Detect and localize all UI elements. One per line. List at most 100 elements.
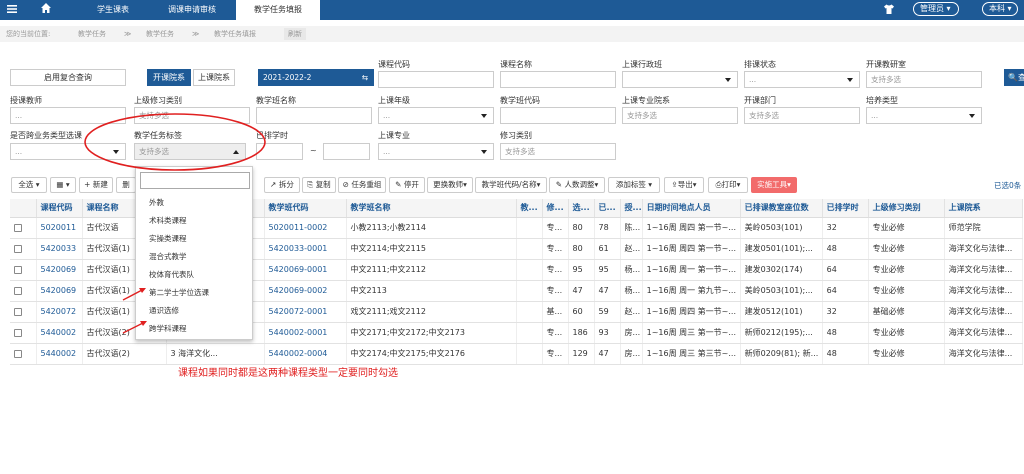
parent-type-select[interactable]: 支持多选 — [134, 107, 250, 124]
training-type-select[interactable]: ... — [866, 107, 982, 124]
table-cell: 47 — [594, 343, 621, 365]
table-cell[interactable]: 5440002-0004 — [264, 343, 347, 365]
table-cell[interactable]: 5020011-0002 — [264, 217, 347, 239]
class-code-name-button[interactable]: 教学班代码/名称▾ — [475, 177, 547, 193]
row-checkbox[interactable] — [14, 265, 22, 274]
class-name-input[interactable] — [256, 107, 372, 124]
column-header[interactable]: 日期时间地点人员 — [642, 199, 741, 218]
dropdown-option[interactable]: 通识选修 — [149, 305, 179, 316]
column-header[interactable]: 已... — [594, 199, 621, 218]
row-checkbox[interactable] — [14, 349, 22, 358]
add-tag-button[interactable]: 添加标签 ▾ — [608, 177, 660, 193]
dropdown-option[interactable]: 混合式教学 — [149, 251, 187, 262]
column-header[interactable]: 教... — [516, 199, 543, 218]
dropdown-option[interactable]: 第二学士学位选课 — [149, 287, 209, 298]
major-select[interactable]: ... — [378, 143, 494, 160]
dropdown-option[interactable]: 跨学科课程 — [149, 323, 187, 334]
column-header[interactable]: 选... — [568, 199, 595, 218]
sched-hours-max-input[interactable] — [323, 143, 370, 160]
dropdown-option[interactable]: 术科类课程 — [149, 215, 187, 226]
course-code-input[interactable] — [378, 71, 494, 88]
dropdown-option[interactable]: 实操类课程 — [149, 233, 187, 244]
query-button[interactable]: 🔍查 — [1004, 69, 1024, 86]
column-header[interactable]: 已排课教室座位数 — [740, 199, 823, 218]
dropdown-option[interactable]: 校体育代表队 — [149, 269, 194, 280]
column-header[interactable]: 课程代码 — [36, 199, 83, 218]
admin-class-select[interactable] — [622, 71, 738, 88]
change-teacher-button[interactable]: 更换教师▾ — [427, 177, 473, 193]
table-cell[interactable]: 5420072-0001 — [264, 301, 347, 323]
table-cell[interactable]: 5440002 — [36, 322, 83, 344]
open-dept-toggle[interactable]: 开课院系 — [147, 69, 191, 86]
research-office-select[interactable]: 支持多选 — [866, 71, 982, 88]
home-icon[interactable] — [40, 2, 54, 16]
row-checkbox[interactable] — [14, 307, 22, 316]
row-checkbox[interactable] — [14, 223, 22, 232]
table-cell[interactable]: 5420069 — [36, 259, 83, 281]
split-button[interactable]: ↗ 拆分 — [264, 177, 300, 193]
table-row[interactable]: 5440002 古代汉语(2) 3 海洋文化... 5440002-0004 中文217… — [10, 343, 1023, 365]
copy-button[interactable]: ⎘ 复制 — [302, 177, 336, 193]
breadcrumb-item[interactable]: 教学任务填报 — [214, 26, 256, 42]
column-header[interactable]: 已排学时 — [822, 199, 869, 218]
print-button[interactable]: ⎙打印▾ — [708, 177, 748, 193]
grid-menu-button[interactable]: ▦ ▾ — [50, 177, 76, 193]
column-header[interactable]: 修... — [542, 199, 569, 218]
cross-type-select[interactable]: ... — [10, 143, 126, 160]
row-checkbox[interactable] — [14, 244, 22, 253]
row-checkbox[interactable] — [14, 328, 22, 337]
table-cell[interactable]: 5020011 — [36, 217, 83, 239]
table-cell[interactable]: 5420072 — [36, 301, 83, 323]
table-cell: 海洋文化与法律... — [944, 343, 1023, 365]
table-cell[interactable]: 5420033-0001 — [264, 238, 347, 260]
teacher-select[interactable]: ... — [10, 107, 126, 124]
regroup-button[interactable]: ⊘ 任务重组 — [338, 177, 386, 193]
export-button[interactable]: ⇪导出▾ — [664, 177, 704, 193]
admin-menu[interactable]: 管理员 ▾ — [913, 2, 959, 16]
course-name-input[interactable] — [500, 71, 616, 88]
new-button[interactable]: + 新建 — [79, 177, 113, 193]
column-header[interactable]: 授... — [620, 199, 643, 218]
tab-teaching-task[interactable]: 教学任务填报 — [236, 0, 320, 20]
count-adjust-button[interactable]: ✎ 人数调整▾ — [549, 177, 605, 193]
stop-button[interactable]: ✎ 停开 — [389, 177, 425, 193]
table-cell[interactable]: 5440002 — [36, 343, 83, 365]
delete-button[interactable]: 删 — [116, 177, 136, 193]
table-cell: 专业必修 — [868, 217, 945, 239]
class-code-input[interactable] — [500, 107, 616, 124]
breadcrumb-item[interactable]: 教学任务 — [146, 26, 174, 42]
term-select[interactable]: 2021-2022-2 ⇆ — [258, 69, 374, 86]
refresh-button[interactable]: 刷新 — [284, 28, 306, 40]
schedule-status-select[interactable]: ... — [744, 71, 860, 88]
open-unit-select[interactable]: 支持多选 — [744, 107, 860, 124]
major-dept-select[interactable]: 支持多选 — [622, 107, 738, 124]
column-header[interactable]: 上课院系 — [944, 199, 1023, 218]
dropdown-option[interactable]: 外教 — [149, 197, 164, 208]
tools-button[interactable]: 实施工具▾ — [751, 177, 797, 193]
complex-query-button[interactable]: 启用复合查询 — [10, 69, 126, 86]
dropdown-search-input[interactable] — [140, 172, 250, 189]
column-header[interactable]: 教学班名称 — [346, 199, 517, 218]
column-header[interactable]: 上级修习类别 — [868, 199, 945, 218]
column-header[interactable]: 教学班代码 — [264, 199, 347, 218]
study-type-select[interactable]: 支持多选 — [500, 143, 616, 160]
table-cell: 专... — [542, 322, 569, 344]
course-dept-toggle[interactable]: 上课院系 — [193, 69, 235, 86]
task-tag-select[interactable]: 支持多选 — [134, 143, 246, 160]
sched-hours-min-input[interactable] — [256, 143, 303, 160]
row-checkbox[interactable] — [14, 286, 22, 295]
breadcrumb-separator: ≫ — [124, 30, 132, 38]
table-cell[interactable]: 5440002-0001 — [264, 322, 347, 344]
hamburger-menu-icon[interactable] — [6, 3, 22, 17]
breadcrumb-item[interactable]: 教学任务 — [78, 26, 106, 42]
shirt-icon[interactable] — [883, 3, 895, 15]
tab-student-timetable[interactable]: 学生课表 — [80, 0, 146, 20]
tab-reschedule-review[interactable]: 调课申请审核 — [150, 0, 234, 20]
grade-select[interactable]: ... — [378, 107, 494, 124]
table-cell[interactable]: 5420033 — [36, 238, 83, 260]
level-menu[interactable]: 本科 ▾ — [982, 2, 1018, 16]
table-cell[interactable]: 5420069-0001 — [264, 259, 347, 281]
select-all-button[interactable]: 全选 ▾ — [11, 177, 47, 193]
table-cell[interactable]: 5420069 — [36, 280, 83, 302]
table-cell[interactable]: 5420069-0002 — [264, 280, 347, 302]
